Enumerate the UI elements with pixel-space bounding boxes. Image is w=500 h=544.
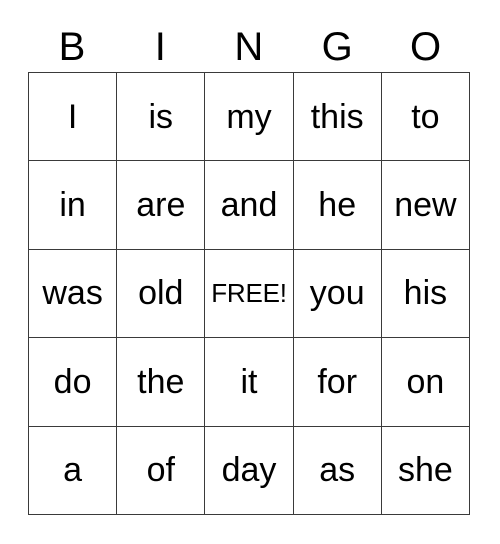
bingo-cell-r5c5[interactable]: she <box>381 426 470 515</box>
bingo-cell-label: in <box>59 186 86 225</box>
bingo-cell-r1c2[interactable]: is <box>117 73 206 162</box>
bingo-header-letter-g: G <box>321 25 354 69</box>
bingo-cell-label: his <box>403 274 448 313</box>
bingo-cell-r1c1[interactable]: I <box>29 73 118 162</box>
bingo-cell-r4c2[interactable]: the <box>117 338 206 427</box>
bingo-cell-label: do <box>53 362 92 401</box>
bingo-cell-label: the <box>137 362 185 401</box>
bingo-cell-label: of <box>146 451 175 490</box>
bingo-cell-label: was <box>42 274 103 313</box>
bingo-cell-r3c5[interactable]: his <box>381 249 470 339</box>
bingo-cell-label: as <box>319 451 356 490</box>
bingo-header-letter-o: O <box>410 25 442 69</box>
bingo-cell-label: you <box>309 274 365 313</box>
bingo-cell-label: a <box>63 451 83 490</box>
bingo-cell-r2c5[interactable]: new <box>381 161 470 250</box>
bingo-cell-r2c1[interactable]: in <box>29 161 118 250</box>
bingo-card: B I N G O I is my this to in are and he … <box>0 0 500 544</box>
bingo-cell-label: I <box>67 97 78 136</box>
bingo-cell-label: are <box>136 186 186 225</box>
bingo-cell-label: on <box>406 362 445 401</box>
bingo-header-letter-n: N <box>234 25 264 69</box>
bingo-cell-r5c4[interactable]: as <box>293 426 382 515</box>
bingo-cell-r1c3[interactable]: my <box>205 73 294 162</box>
bingo-header-row: B I N G O <box>28 22 470 72</box>
bingo-cell-r4c1[interactable]: do <box>29 338 118 427</box>
bingo-cell-label: and <box>220 186 278 225</box>
bingo-cell-r1c5[interactable]: to <box>381 73 470 162</box>
bingo-cell-label: new <box>394 186 457 225</box>
bingo-cell-r1c4[interactable]: this <box>293 73 382 162</box>
bingo-cell-label: he <box>318 186 357 225</box>
bingo-cell-r5c1[interactable]: a <box>29 426 118 515</box>
bingo-cell-label: it <box>240 362 258 401</box>
bingo-cell-r5c3[interactable]: day <box>205 426 294 515</box>
bingo-cell-label: for <box>317 362 358 401</box>
bingo-header-letter-i: I <box>154 25 167 69</box>
bingo-cell-r2c2[interactable]: are <box>117 161 206 250</box>
bingo-header-letter-b: B <box>58 25 86 69</box>
bingo-cell-free-space[interactable]: FREE! <box>205 249 294 339</box>
bingo-free-space-label: FREE! <box>211 278 287 309</box>
bingo-cell-r2c4[interactable]: he <box>293 161 382 250</box>
bingo-cell-label: this <box>310 97 364 136</box>
bingo-cell-r3c2[interactable]: old <box>117 249 206 339</box>
bingo-cell-r4c5[interactable]: on <box>381 338 470 427</box>
bingo-cell-label: my <box>226 97 272 136</box>
bingo-cell-label: to <box>411 97 440 136</box>
bingo-cell-r4c3[interactable]: it <box>205 338 294 427</box>
bingo-cell-r3c1[interactable]: was <box>29 249 118 339</box>
bingo-cell-label: is <box>148 97 174 136</box>
bingo-grid: I is my this to in are and he new was ol… <box>28 72 470 515</box>
bingo-cell-r2c3[interactable]: and <box>205 161 294 250</box>
bingo-cell-r5c2[interactable]: of <box>117 426 206 515</box>
bingo-cell-label: she <box>397 451 453 490</box>
bingo-cell-label: old <box>138 274 184 313</box>
bingo-cell-r4c4[interactable]: for <box>293 338 382 427</box>
bingo-cell-label: day <box>221 451 277 490</box>
bingo-cell-r3c4[interactable]: you <box>293 249 382 339</box>
